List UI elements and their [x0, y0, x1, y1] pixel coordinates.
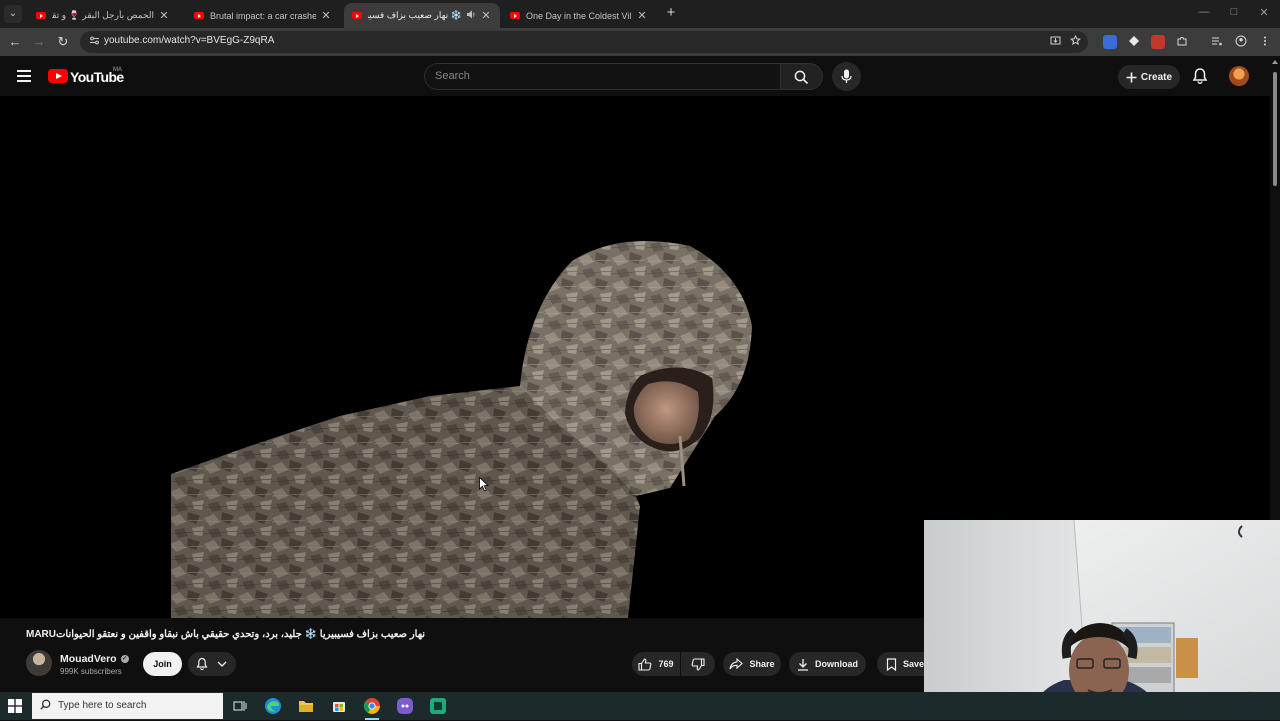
tab-title: ❄️ نهار صعيب بزاف فسيبيريا — [368, 10, 462, 20]
channel-avatar[interactable] — [26, 650, 52, 676]
country-code: MA — [113, 67, 122, 73]
youtube-favicon-icon — [352, 12, 362, 19]
like-button[interactable]: 769 — [632, 652, 680, 676]
plus-icon — [1126, 72, 1137, 82]
dislike-button[interactable] — [681, 652, 715, 676]
thumbs-up-icon — [638, 657, 652, 671]
back-button[interactable]: ← — [6, 33, 24, 51]
channel-name-row[interactable]: MouadVero ✓ — [60, 653, 129, 665]
browser-tab-1[interactable]: الحمص بأرجل البقر 🍷 و تقليم أ... ✕ — [28, 3, 178, 28]
url-text: youtube.com/watch?v=BVEgG-Z9qRA — [104, 35, 275, 46]
minimize-icon[interactable]: — — [1196, 6, 1212, 18]
windows-start-icon[interactable] — [8, 699, 22, 713]
voice-search-button[interactable] — [832, 62, 861, 91]
tab-title: الحمص بأرجل البقر 🍷 و تقليم أ... — [52, 10, 154, 20]
video-title: MARUنهار صعيب بزاف فسيبيريا ❄️ جليد، برد… — [26, 629, 426, 640]
youtube-masthead: YouTube MA Search Create — [0, 56, 1270, 96]
browser-tab-4[interactable]: One Day in the Coldest Village... ✕ — [502, 3, 656, 28]
bookmark-save-icon — [886, 657, 897, 671]
verified-badge-icon: ✓ — [120, 655, 129, 663]
browser-toolbar: ← → ↻ youtube.com/watch?v=BVEgG-Z9qRA — [0, 28, 1280, 56]
extension-red-icon[interactable] — [1151, 35, 1165, 49]
profile-icon[interactable] — [1234, 35, 1248, 49]
search-icon — [794, 70, 809, 85]
chevron-down-icon — [217, 661, 227, 667]
browser-tab-3-active[interactable]: ❄️ نهار صعيب بزاف فسيبيريا ✕ — [344, 3, 500, 28]
channel-name[interactable]: MouadVero — [60, 653, 117, 665]
search-input[interactable]: Search — [424, 63, 781, 90]
webcam-overlay — [924, 520, 1280, 720]
scrollbar-thumb[interactable] — [1273, 72, 1277, 186]
guide-menu-icon[interactable] — [17, 70, 31, 82]
close-tab-icon[interactable]: ✕ — [636, 9, 648, 22]
search-placeholder: Search — [435, 70, 470, 82]
extension-diamond-icon[interactable] — [1127, 35, 1141, 49]
join-button[interactable]: Join — [143, 652, 182, 676]
discord-app-icon[interactable] — [395, 696, 415, 716]
bell-icon — [196, 657, 208, 671]
forward-button[interactable]: → — [30, 33, 48, 51]
window-close-icon[interactable]: ✕ — [1256, 6, 1272, 19]
microphone-icon — [841, 69, 852, 83]
task-view-icon[interactable] — [230, 696, 250, 716]
reload-button[interactable]: ↻ — [54, 33, 72, 51]
bookmark-star-icon[interactable] — [1068, 34, 1082, 49]
download-icon — [798, 658, 808, 671]
windows-taskbar: Type here to search — [0, 692, 1280, 720]
address-bar[interactable]: youtube.com/watch?v=BVEgG-Z9qRA — [80, 31, 1088, 53]
media-control-icon[interactable] — [1210, 35, 1224, 49]
browser-tab-strip: ⌄ الحمص بأرجل البقر 🍷 و تقليم أ... ✕ Bru… — [0, 0, 1280, 28]
share-icon — [729, 658, 744, 670]
youtube-logo-icon[interactable] — [48, 69, 68, 83]
new-tab-button[interactable]: + — [662, 4, 680, 22]
share-label: Share — [749, 659, 775, 669]
download-label: Download — [815, 659, 858, 669]
create-label: Create — [1140, 71, 1173, 83]
subscriber-count: 999K subscribers — [60, 667, 122, 676]
account-avatar[interactable] — [1229, 66, 1249, 86]
microsoft-store-icon[interactable] — [329, 696, 349, 716]
file-explorer-icon[interactable] — [296, 696, 316, 716]
youtube-favicon-icon — [194, 12, 204, 19]
chrome-browser-icon[interactable] — [362, 696, 382, 716]
tab-title: Brutal impact: a car crashes... — [210, 10, 316, 21]
taskbar-search-placeholder: Type here to search — [58, 700, 147, 711]
tab-search-button[interactable]: ⌄ — [4, 5, 22, 23]
site-settings-icon[interactable] — [88, 35, 100, 47]
notifications-bell-icon[interactable] — [1190, 66, 1210, 86]
browser-menu-icon[interactable] — [1258, 35, 1272, 49]
extensions-puzzle-icon[interactable] — [1175, 35, 1189, 49]
download-button[interactable]: Download — [789, 652, 866, 676]
search-button[interactable] — [781, 63, 823, 90]
mouse-cursor-icon — [479, 477, 489, 492]
maximize-icon[interactable]: □ — [1226, 6, 1242, 18]
browser-tab-2[interactable]: Brutal impact: a car crashes... ✕ — [186, 3, 340, 28]
scroll-up-arrow-icon[interactable] — [1272, 60, 1278, 64]
thumbs-down-icon — [691, 657, 705, 671]
close-tab-icon[interactable]: ✕ — [480, 9, 492, 22]
tab-title: One Day in the Coldest Village... — [526, 10, 632, 21]
green-app-icon[interactable] — [428, 696, 448, 716]
close-tab-icon[interactable]: ✕ — [320, 9, 332, 22]
search-icon — [40, 699, 51, 713]
share-button[interactable]: Share — [723, 652, 781, 676]
webcam-image — [924, 520, 1280, 720]
youtube-favicon-icon — [36, 12, 46, 19]
save-label: Save — [903, 659, 925, 669]
translate-extension-icon[interactable] — [1103, 35, 1117, 49]
taskbar-search-input[interactable]: Type here to search — [32, 693, 223, 719]
subscription-bell-button[interactable] — [188, 652, 236, 676]
youtube-favicon-icon — [510, 12, 520, 19]
like-count: 769 — [658, 659, 674, 669]
close-tab-icon[interactable]: ✕ — [158, 9, 170, 22]
install-app-icon[interactable] — [1048, 35, 1062, 49]
edge-browser-icon[interactable] — [263, 696, 283, 716]
create-button[interactable]: Create — [1118, 65, 1180, 89]
audio-playing-icon[interactable] — [466, 10, 476, 21]
